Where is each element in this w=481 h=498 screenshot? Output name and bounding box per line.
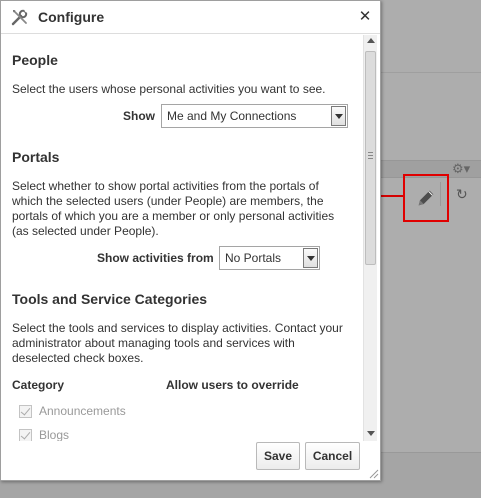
override-column-header: Allow users to override (166, 378, 299, 392)
announcements-checkbox[interactable] (19, 404, 32, 418)
scroll-up-icon[interactable] (367, 38, 375, 43)
wrench-screwdriver-icon (11, 9, 28, 26)
people-description: Select the users whose personal activiti… (12, 82, 326, 96)
portals-heading: Portals (12, 149, 60, 165)
tools-description-line-2: administrator about managing tools and s… (12, 336, 295, 350)
list-item: Blogs (19, 428, 69, 441)
blogs-label: Blogs (39, 428, 70, 441)
portals-description-line-2: which the selected users (under People) … (12, 194, 324, 208)
show-activities-from-label: Show activities from (97, 251, 214, 265)
scroll-down-icon[interactable] (367, 431, 375, 436)
chevron-down-icon[interactable] (331, 106, 346, 126)
content-scrollbar[interactable] (363, 35, 377, 441)
tools-description-line-1: Select the tools and services to display… (12, 321, 343, 335)
show-label: Show (123, 109, 155, 123)
portals-description-line-4: (as selected under People). (12, 224, 159, 238)
dialog-content: People Select the users whose personal a… (1, 35, 363, 441)
tools-heading: Tools and Service Categories (12, 291, 208, 307)
save-button[interactable]: Save (256, 442, 300, 470)
close-button[interactable]: ✕ (357, 7, 373, 25)
category-column-header: Category (12, 378, 65, 392)
dialog-title: Configure (38, 9, 105, 25)
tools-description-line-3: deselected check boxes. (12, 351, 144, 365)
gear-menu-icon[interactable]: ⚙▾ (452, 162, 470, 177)
announcements-label: Announcements (39, 404, 126, 418)
scrollbar-thumb[interactable] (365, 51, 376, 265)
chevron-down-icon[interactable] (303, 248, 318, 268)
background-panel (380, 0, 481, 452)
background-divider (380, 72, 481, 73)
configure-dialog: Configure ✕ People Select the users whos… (0, 0, 381, 481)
refresh-icon[interactable]: ↻ (456, 187, 468, 203)
show-select[interactable]: Me and My Connections (161, 104, 348, 128)
resize-grip-icon[interactable] (369, 469, 379, 479)
people-heading: People (12, 52, 58, 68)
dialog-titlebar: Configure ✕ (1, 1, 380, 34)
grip-icon (368, 152, 373, 159)
callout-highlight (403, 174, 449, 222)
pencil-icon[interactable] (415, 187, 437, 209)
portals-description-line-1: Select whether to show portal activities… (12, 179, 319, 193)
portals-description-line-3: portals of which you are a member or onl… (12, 209, 335, 223)
list-item: Announcements (19, 404, 126, 418)
show-activities-from-select[interactable]: No Portals (219, 246, 320, 270)
show-select-value: Me and My Connections (167, 109, 297, 123)
blogs-checkbox[interactable] (19, 428, 32, 441)
show-activities-from-value: No Portals (225, 251, 282, 265)
cancel-button[interactable]: Cancel (305, 442, 360, 470)
